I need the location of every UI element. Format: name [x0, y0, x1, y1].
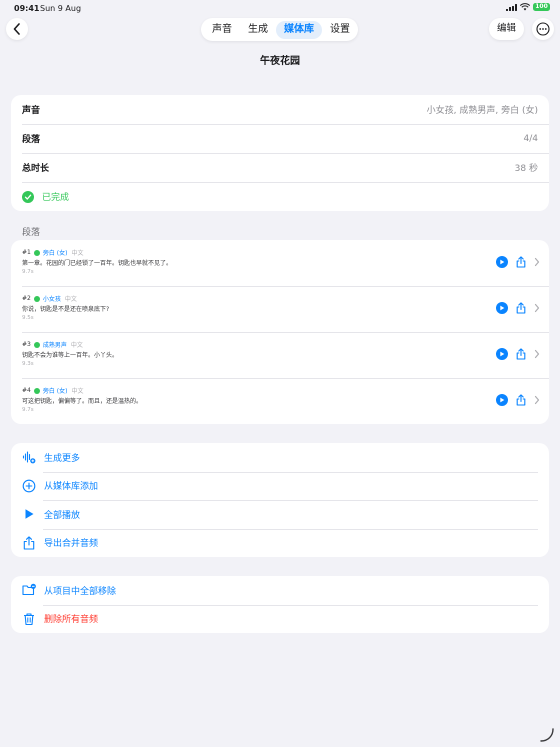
wifi-icon [520, 3, 530, 11]
play-icon [22, 507, 36, 521]
segments-label: 段落 [22, 135, 41, 145]
segments-count-row: 段落 4/4 [11, 124, 549, 153]
tab-generate[interactable]: 生成 [240, 21, 276, 39]
chevron-right-icon [534, 349, 540, 359]
folder-badge-minus-icon [22, 583, 36, 597]
segment-voice: 旁白 (女) [42, 250, 68, 257]
share-icon[interactable] [516, 256, 526, 268]
tab-library[interactable]: 媒体库 [276, 20, 322, 39]
cellular-signal-icon [506, 3, 517, 11]
play-icon[interactable] [496, 302, 508, 314]
segment-duration: 9.3s [22, 361, 34, 367]
trash-icon [22, 612, 36, 626]
export-merged-audio-label: 导出合并音频 [44, 539, 99, 550]
status-completed: 已完成 [42, 193, 70, 203]
chevron-right-icon [534, 303, 540, 313]
chevron-right-icon [534, 257, 540, 267]
tab-voice[interactable]: 声音 [204, 21, 240, 39]
chevron-right-icon [534, 395, 540, 405]
add-from-library-label: 从媒体库添加 [44, 482, 99, 493]
voice-value: 小女孩, 成熟男声, 旁白 (女) [426, 106, 538, 116]
checkmark-circle-icon [22, 190, 34, 203]
status-indicators: 100 [506, 3, 550, 11]
segment-number: #2 [22, 295, 31, 302]
segment-row-3[interactable]: #3 成熟男声 中文 钥匙不会为谁等上一百年。小丫头。 9.3s [11, 332, 549, 378]
segments-list: #1 旁白 (女) 中文 第一章。花园的门已经锁了一百年。钥匙也早就不见了。 9… [11, 240, 549, 424]
play-icon[interactable] [496, 256, 508, 268]
add-from-library-button[interactable]: 从媒体库添加 [11, 471, 549, 501]
segment-number: #4 [22, 387, 31, 394]
segment-language: 中文 [70, 342, 83, 349]
remove-actions-card: 从项目中全部移除 删除所有音频 [11, 576, 549, 633]
status-row: 已完成 [11, 182, 549, 211]
segment-duration: 9.7s [22, 407, 34, 413]
page-title: 午夜花园 [260, 56, 300, 67]
segment-text: 你说，钥匙是不是还在喷泉底下? [22, 306, 110, 313]
project-info-card: 声音 小女孩, 成熟男声, 旁白 (女) 段落 4/4 总时长 38 秒 已完成 [11, 95, 549, 211]
more-button[interactable] [532, 18, 554, 40]
share-icon[interactable] [516, 348, 526, 360]
voice-label: 声音 [22, 106, 41, 116]
status-time: 09:41 [14, 4, 40, 13]
completed-icon [33, 387, 40, 394]
actions-card: 生成更多 从媒体库添加 全部播放 导出合并音频 [11, 443, 549, 557]
play-icon[interactable] [496, 394, 508, 406]
duration-label: 总时长 [22, 164, 50, 174]
plus-circle-icon [22, 479, 36, 493]
generate-more-button[interactable]: 生成更多 [11, 443, 549, 472]
battery-icon: 100 [533, 3, 550, 11]
play-all-label: 全部播放 [44, 510, 81, 521]
segment-language: 中文 [71, 250, 84, 257]
segment-text: 钥匙不会为谁等上一百年。小丫头。 [22, 352, 119, 359]
export-merged-audio-button[interactable]: 导出合并音频 [11, 528, 549, 558]
play-all-button[interactable]: 全部播放 [11, 500, 549, 529]
ellipsis-circle-icon [536, 22, 550, 36]
segment-number: #1 [22, 249, 31, 256]
segment-row-4[interactable]: #4 旁白 (女) 中文 可这把钥匙，偏偏等了。而且，还是温热的。 9.7s [11, 378, 549, 424]
back-button[interactable] [6, 18, 28, 40]
segment-duration: 9.5s [22, 315, 34, 321]
share-icon[interactable] [516, 302, 526, 314]
share-icon[interactable] [516, 394, 526, 406]
segment-number: #3 [22, 341, 31, 348]
segment-duration: 9.7s [22, 269, 34, 275]
completed-icon [33, 249, 40, 256]
tab-settings[interactable]: 设置 [322, 21, 358, 39]
duration-value: 38 秒 [514, 164, 538, 174]
delete-all-label: 删除所有音频 [44, 615, 99, 626]
segment-row-2[interactable]: #2 小女孩 中文 你说，钥匙是不是还在喷泉底下? 9.5s [11, 286, 549, 332]
segments-value: 4/4 [523, 133, 538, 144]
remove-all-label: 从项目中全部移除 [44, 586, 117, 597]
segment-text: 可这把钥匙，偏偏等了。而且，还是温热的。 [22, 398, 143, 405]
share-icon [22, 536, 36, 550]
home-indicator-icon [540, 728, 554, 742]
completed-icon [33, 341, 40, 348]
delete-all-audio-button[interactable]: 删除所有音频 [11, 604, 549, 634]
remove-all-from-project-button[interactable]: 从项目中全部移除 [11, 576, 549, 605]
play-icon[interactable] [496, 348, 508, 360]
status-bar: 09:41 Sun 9 Aug 100 [0, 0, 560, 18]
main-tab-bar: 声音 生成 媒体库 设置 [201, 18, 358, 41]
generate-more-label: 生成更多 [44, 453, 81, 464]
segment-voice: 成熟男声 [42, 342, 67, 349]
status-date: Sun 9 Aug [40, 4, 82, 13]
duration-row: 总时长 38 秒 [11, 153, 549, 182]
segment-text: 第一章。花园的门已经锁了一百年。钥匙也早就不见了。 [22, 260, 173, 267]
segment-voice: 旁白 (女) [42, 388, 68, 395]
chevron-left-icon [13, 23, 20, 35]
segment-row-1[interactable]: #1 旁白 (女) 中文 第一章。花园的门已经锁了一百年。钥匙也早就不见了。 9… [11, 240, 549, 286]
completed-icon [33, 295, 40, 302]
voice-row: 声音 小女孩, 成熟男声, 旁白 (女) [11, 95, 549, 124]
segment-voice: 小女孩 [42, 296, 61, 303]
segment-language: 中文 [71, 388, 84, 395]
segments-section-header: 段落 [22, 228, 41, 238]
waveform-badge-plus-icon [22, 450, 36, 464]
edit-button[interactable]: 编辑 [489, 18, 524, 40]
segment-language: 中文 [64, 296, 77, 303]
